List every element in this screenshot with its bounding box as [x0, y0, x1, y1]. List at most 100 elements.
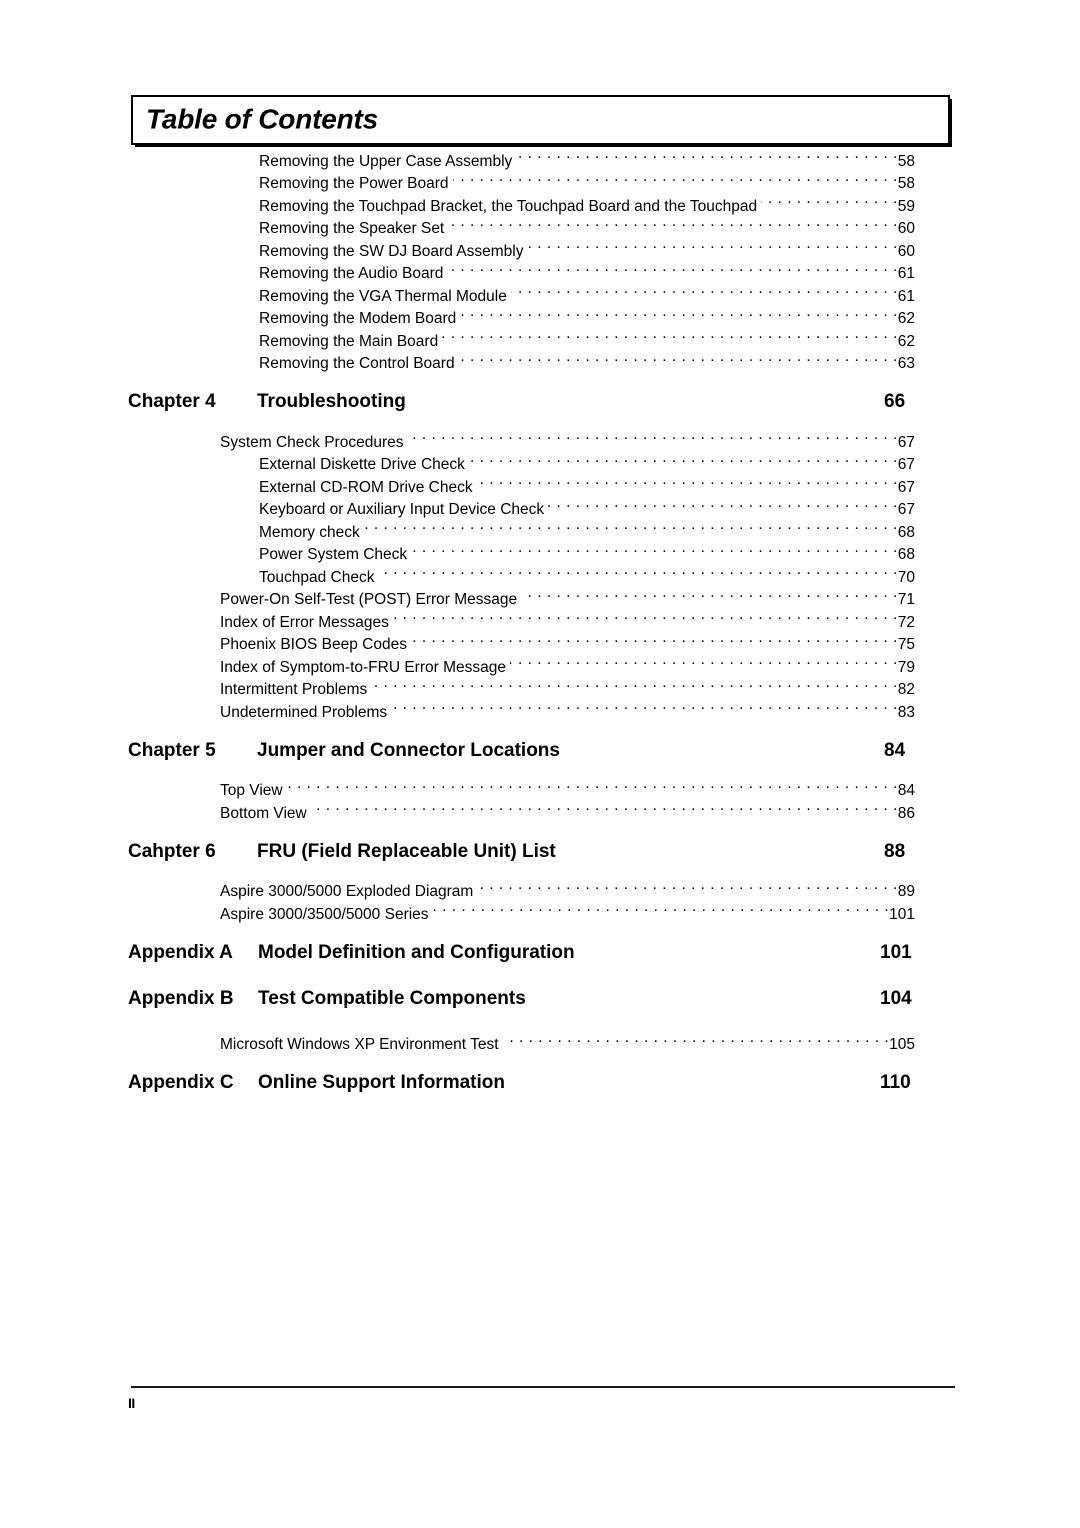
toc-entry-page-number: 83 [897, 703, 915, 721]
toc-entry-label: Removing the Control Board [259, 355, 455, 372]
toc-entry[interactable]: Aspire 3000/3500/5000 Series 101 [0, 903, 1080, 926]
toc-entry[interactable]: Intermittent Problems 82 [0, 679, 1080, 702]
dot-leader [371, 679, 897, 695]
toc-entry-label: Bottom View [220, 804, 307, 822]
dot-leader [364, 521, 898, 537]
toc-entry[interactable]: Removing the Power Board 58 [0, 173, 1080, 196]
toc-entry-page-number: 68 [897, 546, 915, 563]
dot-leader [453, 173, 898, 189]
toc-entry-page-number: 61 [897, 265, 915, 282]
dot-leader [391, 701, 898, 717]
toc-entry-label: Removing the Power Board [259, 175, 449, 192]
toc-entry-page-number: 70 [897, 568, 915, 586]
toc-entry-group: System Check Procedures67External Disket… [0, 431, 1080, 724]
table-of-contents: Removing the Upper Case Assembly58Removi… [0, 150, 1080, 1118]
toc-entry-label: Memory check [259, 523, 360, 541]
toc-entry[interactable]: System Check Procedures 67 [0, 431, 1080, 454]
toc-entry-page-number: 58 [897, 152, 915, 170]
toc-entry[interactable]: Removing the Control Board 63 [0, 353, 1080, 376]
toc-entry-label: Power System Check [259, 546, 408, 563]
toc-entry[interactable]: Touchpad Check 70 [0, 566, 1080, 589]
toc-entry-page-number: 67 [897, 456, 915, 473]
toc-entry-label: External CD-ROM Drive Check [259, 478, 473, 496]
chapter-label: Cahpter 6 [128, 840, 216, 862]
appendix-page-number: 110 [880, 1072, 911, 1093]
toc-entry-label: Keyboard or Auxiliary Input Device Check [259, 501, 545, 518]
toc-entry-label: Index of Symptom-to-FRU Error Message [220, 658, 506, 676]
toc-entry[interactable]: Removing the SW DJ Board Assembly 60 [0, 240, 1080, 263]
toc-entry[interactable]: Removing the Audio Board 61 [0, 263, 1080, 286]
layout-spacer [0, 724, 1080, 740]
toc-entry-label: Removing the Touchpad Bracket, the Touch… [259, 197, 758, 215]
toc-entry-label: External Diskette Drive Check [259, 456, 465, 473]
dot-leader [311, 802, 898, 818]
toc-entry[interactable]: Removing the Speaker Set 60 [0, 218, 1080, 241]
toc-page: Table of Contents Removing the Upper Cas… [0, 0, 1080, 1528]
toc-entry-page-number: 67 [897, 478, 915, 496]
toc-entry[interactable]: Bottom View 86 [0, 802, 1080, 825]
chapter-page-number: 88 [884, 840, 906, 862]
toc-entry-group: Top View 84 Bottom View 86 [0, 780, 1080, 825]
dot-leader [477, 881, 897, 897]
toc-entry[interactable]: Aspire 3000/5000 Exploded Diagram 89 [0, 881, 1080, 904]
toc-entry[interactable]: Keyboard or Auxiliary Input Device Check… [0, 499, 1080, 522]
layout-spacer [0, 770, 1080, 780]
dot-leader [442, 330, 898, 346]
appendix-page-number: 101 [880, 941, 912, 963]
toc-entry[interactable]: Removing the Modem Board 62 [0, 308, 1080, 331]
toc-entry-page-number: 84 [897, 782, 915, 799]
dot-leader [527, 240, 897, 256]
appendix-heading[interactable]: Appendix A Model Definition and Configura… [0, 942, 1080, 972]
toc-entry-label: System Check Procedures [220, 433, 404, 451]
appendix-heading[interactable]: Appendix B Test Compatible Components 104 [0, 988, 1080, 1018]
appendix-page-number: 104 [880, 987, 912, 1009]
toc-entry[interactable]: Microsoft Windows XP Environment Test 105 [0, 1034, 1080, 1057]
chapter-label: Chapter 5 [128, 739, 216, 761]
toc-entry[interactable]: Index of Symptom-to-FRU Error Message 79 [0, 656, 1080, 679]
chapter-title: FRU (Field Replaceable Unit) List [257, 840, 556, 862]
toc-entry-page-number: 101 [889, 905, 915, 923]
chapter-title: Jumper and Connector Locations [257, 739, 560, 761]
toc-entry[interactable]: Removing the Upper Case Assembly 58 [0, 150, 1080, 173]
toc-entry-label: Top View [220, 782, 283, 799]
toc-entry[interactable]: Removing the VGA Thermal Module 61 [0, 285, 1080, 308]
dot-leader [477, 476, 898, 492]
toc-entry[interactable]: Top View 84 [0, 780, 1080, 803]
dot-leader [393, 611, 898, 627]
toc-entry-page-number: 60 [897, 220, 915, 237]
toc-entry[interactable]: External CD-ROM Drive Check 67 [0, 476, 1080, 499]
toc-entry[interactable]: Memory check 68 [0, 521, 1080, 544]
dot-leader [447, 263, 897, 279]
toc-entry[interactable]: Phoenix BIOS Beep Codes 75 [0, 634, 1080, 657]
toc-entry-page-number: 68 [897, 523, 915, 541]
toc-entry-page-number: 71 [897, 591, 915, 608]
toc-entry-page-number: 105 [889, 1036, 915, 1053]
layout-spacer [0, 972, 1080, 988]
toc-entry[interactable]: Removing the Touchpad Bracket, the Touch… [0, 195, 1080, 218]
toc-entry-label: Removing the Main Board [259, 332, 439, 350]
toc-entry-page-number: 67 [897, 433, 915, 451]
dot-leader [516, 150, 897, 166]
layout-spacer [0, 926, 1080, 942]
footer-page-number: II [128, 1395, 135, 1411]
dot-leader [511, 285, 898, 301]
chapter-heading[interactable]: Chapter 4 Troubleshooting 66 [0, 391, 1080, 421]
layout-spacer [0, 375, 1080, 391]
toc-entry[interactable]: Power System Check 68 [0, 544, 1080, 567]
chapter-heading[interactable]: Cahpter 6 FRU (Field Replaceable Unit) Li… [0, 841, 1080, 871]
appendix-label: Appendix C [128, 1072, 234, 1093]
toc-entry[interactable]: Index of Error Messages 72 [0, 611, 1080, 634]
appendix-label: Appendix A [128, 941, 233, 963]
toc-entry[interactable]: Power-On Self-Test (POST) Error Message 7… [0, 589, 1080, 612]
toc-entry-page-number: 61 [897, 287, 915, 305]
toc-entry[interactable]: Removing the Main Board 62 [0, 330, 1080, 353]
appendix-heading[interactable]: Appendix C Online Support Information 110 [0, 1072, 1080, 1102]
toc-entry[interactable]: External Diskette Drive Check 67 [0, 454, 1080, 477]
toc-entry-page-number: 58 [897, 175, 915, 192]
chapter-heading[interactable]: Chapter 5 Jumper and Connector Locations 8… [0, 740, 1080, 770]
toc-entry[interactable]: Undetermined Problems 83 [0, 701, 1080, 724]
toc-entry-label: Index of Error Messages [220, 613, 389, 631]
layout-spacer [0, 871, 1080, 881]
dot-leader [521, 589, 898, 605]
toc-entry-page-number: 75 [897, 636, 915, 653]
